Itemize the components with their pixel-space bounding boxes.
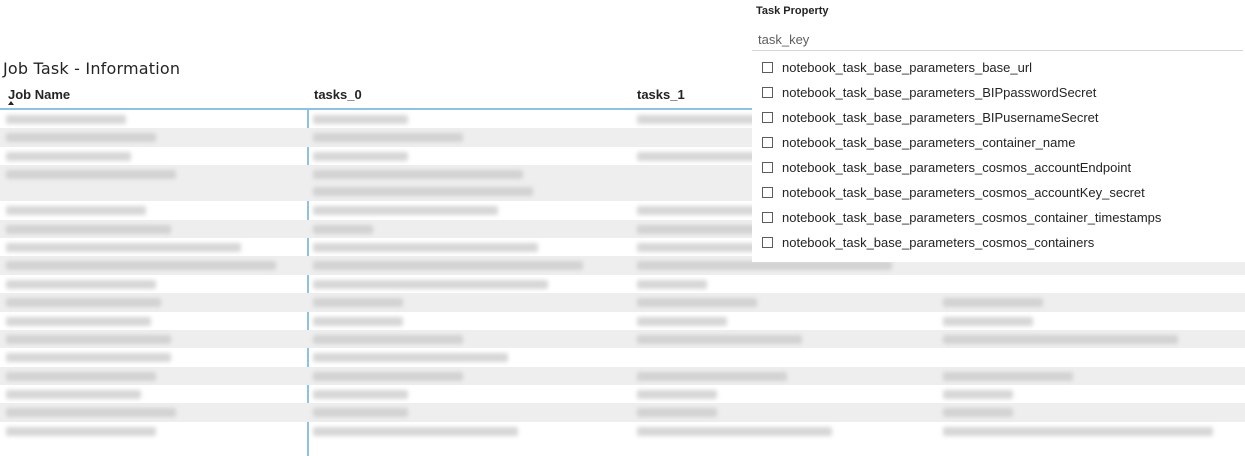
slicer-item-label: notebook_task_base_parameters_BIPpasswor… <box>782 85 1097 100</box>
table-cell-obscured <box>637 408 717 418</box>
slicer-item-label: notebook_task_base_parameters_base_url <box>782 60 1033 75</box>
table-cell-obscured <box>6 426 156 436</box>
table-cell-obscured <box>943 371 1073 381</box>
slicer-item-label: notebook_task_base_parameters_BIPusernam… <box>782 110 1099 125</box>
table-cell-obscured <box>943 426 1213 436</box>
table-cell-obscured <box>637 426 832 436</box>
slicer-item[interactable]: notebook_task_base_parameters_cosmos_con… <box>752 232 1245 257</box>
checkbox-icon[interactable] <box>762 212 773 223</box>
table-cell-obscured <box>6 242 241 252</box>
table-cell-obscured <box>313 206 498 216</box>
table-title: Job Task - Information <box>3 59 181 78</box>
table-cell-obscured <box>313 115 408 124</box>
slicer-item-label: notebook_task_base_parameters_cosmos_con… <box>782 235 1095 250</box>
slicer-item-label: notebook_task_base_parameters_cosmos_acc… <box>782 185 1145 200</box>
table-row[interactable] <box>0 366 1245 386</box>
table-cell-obscured <box>313 224 373 234</box>
table-cell-obscured <box>313 353 508 363</box>
slicer-item[interactable]: notebook_task_base_parameters_cosmos_acc… <box>752 157 1245 182</box>
table-cell-obscured <box>6 279 156 289</box>
table-cell-obscured <box>6 390 141 400</box>
checkbox-icon[interactable] <box>762 112 773 123</box>
column-header-tasks-0[interactable]: tasks_0 <box>314 87 362 102</box>
table-cell-obscured <box>313 170 523 180</box>
table-cell-obscured <box>6 334 171 344</box>
table-cell-obscured <box>637 390 717 400</box>
table-cell-obscured <box>6 206 146 216</box>
table-row[interactable] <box>0 293 1245 312</box>
table-cell-obscured <box>313 371 463 381</box>
table-cell-obscured <box>6 115 126 124</box>
table-cell-obscured <box>6 298 161 308</box>
checkbox-icon[interactable] <box>762 187 773 198</box>
slicer-title: Task Property <box>756 5 829 17</box>
table-cell-obscured <box>6 261 276 271</box>
slicer-item-label: notebook_task_base_parameters_container_… <box>782 135 1076 150</box>
table-row[interactable] <box>0 403 1245 422</box>
checkbox-icon[interactable] <box>762 87 773 98</box>
table-row[interactable] <box>0 329 1245 349</box>
slicer-item[interactable]: notebook_task_base_parameters_container_… <box>752 132 1245 157</box>
table-row[interactable] <box>0 348 1245 366</box>
column-header-job-name[interactable]: Job Name <box>8 87 70 102</box>
column-header-tasks-1[interactable]: tasks_1 <box>637 87 685 102</box>
table-cell-obscured <box>313 133 463 143</box>
checkbox-icon[interactable] <box>762 237 773 248</box>
table-cell-obscured <box>6 408 176 418</box>
table-cell-obscured <box>943 316 1033 326</box>
slicer-search-input[interactable] <box>758 30 1228 48</box>
slicer-search-box <box>752 26 1243 51</box>
table-cell-obscured <box>313 316 403 326</box>
table-cell-obscured <box>943 298 1043 308</box>
table-cell-obscured <box>313 408 408 418</box>
table-row[interactable] <box>0 312 1245 330</box>
checkbox-icon[interactable] <box>762 137 773 148</box>
checkbox-icon[interactable] <box>762 62 773 73</box>
slicer-item[interactable]: notebook_task_base_parameters_base_url <box>752 57 1245 82</box>
table-cell-obscured <box>6 316 151 326</box>
table-cell-obscured <box>943 408 1013 418</box>
table-cell-obscured <box>6 170 176 180</box>
sort-ascending-icon[interactable] <box>8 101 14 105</box>
table-cell-obscured <box>6 151 131 161</box>
table-cell-obscured <box>943 334 1178 344</box>
table-cell-obscured <box>313 187 533 197</box>
slicer-list: notebook_task_base_parameters_base_urlno… <box>752 57 1245 257</box>
table-cell-obscured <box>313 279 548 289</box>
table-cell-obscured <box>637 371 787 381</box>
table-cell-obscured <box>313 242 538 252</box>
slicer-item[interactable]: notebook_task_base_parameters_BIPpasswor… <box>752 82 1245 107</box>
table-row[interactable] <box>0 385 1245 403</box>
checkbox-icon[interactable] <box>762 162 773 173</box>
table-cell-obscured <box>6 353 171 363</box>
table-cell-obscured <box>313 426 518 436</box>
slicer-item-label: notebook_task_base_parameters_cosmos_con… <box>782 210 1162 225</box>
table-row[interactable] <box>0 422 1245 440</box>
slicer-item[interactable]: notebook_task_base_parameters_cosmos_con… <box>752 207 1245 232</box>
task-property-slicer: Task Property notebook_task_base_paramet… <box>752 0 1245 262</box>
table-cell-obscured <box>637 261 892 271</box>
table-cell-obscured <box>637 279 707 289</box>
slicer-item[interactable]: notebook_task_base_parameters_cosmos_acc… <box>752 182 1245 207</box>
table-cell-obscured <box>6 371 156 381</box>
slicer-item-label: notebook_task_base_parameters_cosmos_acc… <box>782 160 1132 175</box>
table-cell-obscured <box>313 298 403 308</box>
table-cell-obscured <box>313 390 408 400</box>
table-cell-obscured <box>637 316 727 326</box>
table-cell-obscured <box>6 133 156 143</box>
table-cell-obscured <box>637 334 802 344</box>
table-cell-obscured <box>6 224 171 234</box>
table-cell-obscured <box>637 298 757 308</box>
slicer-item[interactable]: notebook_task_base_parameters_BIPusernam… <box>752 107 1245 132</box>
table-cell-obscured <box>313 151 408 161</box>
table-cell-obscured <box>943 390 1013 400</box>
table-row[interactable] <box>0 275 1245 293</box>
table-cell-obscured <box>313 261 583 271</box>
table-cell-obscured <box>313 334 463 344</box>
